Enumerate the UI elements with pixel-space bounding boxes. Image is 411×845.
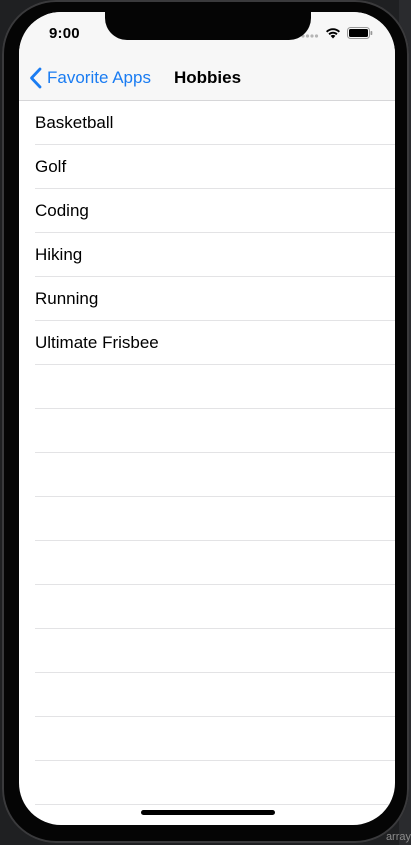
empty-row bbox=[19, 365, 395, 409]
phone-frame: 9:00 Favorite Apps Hobbies Basketball Go… bbox=[2, 0, 409, 843]
list-item[interactable]: Coding bbox=[19, 189, 395, 233]
list-item[interactable]: Ultimate Frisbee bbox=[19, 321, 395, 365]
battery-icon bbox=[347, 26, 373, 44]
device-notch bbox=[105, 12, 311, 40]
empty-row bbox=[19, 717, 395, 761]
chevron-left-icon bbox=[27, 66, 43, 90]
list-item-label: Running bbox=[35, 289, 99, 308]
list-item-label: Hiking bbox=[35, 245, 83, 264]
list-item-label: Golf bbox=[35, 157, 67, 176]
status-icons bbox=[301, 26, 373, 44]
back-button-label: Favorite Apps bbox=[47, 68, 151, 87]
status-time: 9:00 bbox=[49, 25, 80, 42]
home-indicator[interactable] bbox=[141, 810, 275, 815]
list-item[interactable]: Hiking bbox=[19, 233, 395, 277]
page-title: Hobbies bbox=[174, 68, 242, 87]
list-item-label: Coding bbox=[35, 201, 89, 220]
hobbies-table: Basketball Golf Coding Hiking Running Ul… bbox=[19, 101, 395, 805]
phone-screen: 9:00 Favorite Apps Hobbies Basketball Go… bbox=[19, 12, 395, 825]
empty-row bbox=[19, 629, 395, 673]
empty-row bbox=[19, 541, 395, 585]
list-item[interactable]: Running bbox=[19, 277, 395, 321]
empty-row bbox=[19, 497, 395, 541]
empty-row bbox=[19, 761, 395, 805]
empty-row bbox=[19, 585, 395, 629]
empty-row bbox=[19, 673, 395, 717]
list-item[interactable]: Golf bbox=[19, 145, 395, 189]
list-item-label: Ultimate Frisbee bbox=[35, 333, 159, 352]
wifi-icon bbox=[325, 26, 341, 44]
back-button[interactable]: Favorite Apps bbox=[27, 56, 151, 100]
empty-row bbox=[19, 453, 395, 497]
list-item-label: Basketball bbox=[35, 113, 114, 132]
empty-row bbox=[19, 409, 395, 453]
list-item[interactable]: Basketball bbox=[19, 101, 395, 145]
simulator-stage: array 9:00 Favorite Apps Hobbies Basketb… bbox=[0, 0, 411, 845]
navigation-bar: Favorite Apps Hobbies bbox=[19, 56, 395, 101]
row-separator bbox=[35, 804, 395, 805]
